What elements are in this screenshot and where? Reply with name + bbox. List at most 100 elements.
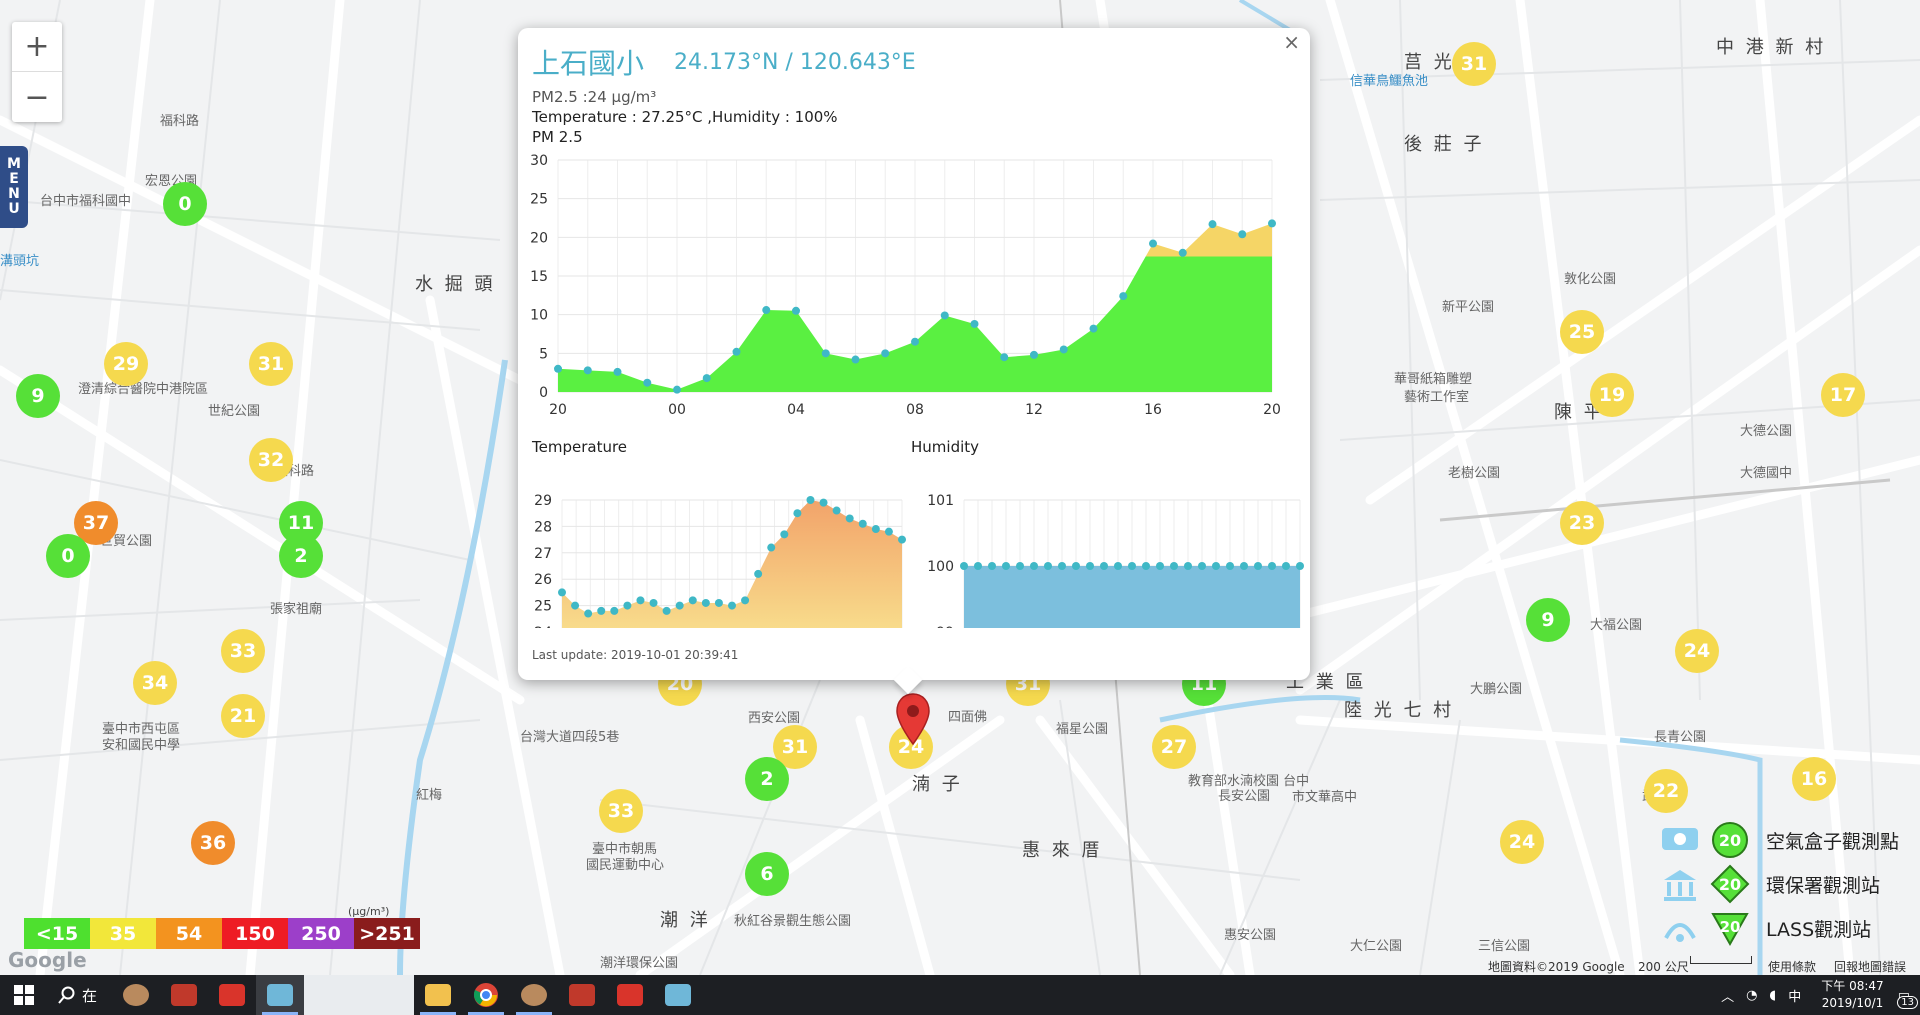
tray-chevron-icon[interactable]: ︿ [1721,986,1734,1005]
taskbar-app[interactable] [208,975,256,1015]
zoom-in-button[interactable]: + [12,22,62,72]
sensor-marker[interactable]: 9 [16,374,60,418]
data-point [1030,562,1038,570]
data-point [1156,562,1164,570]
app-icon [569,984,595,1006]
taskbar-app[interactable] [606,975,654,1015]
taskbar-app[interactable] [256,975,304,1015]
map-place-label: 四面佛 [948,710,988,725]
zoom-out-button[interactable]: − [12,72,62,122]
ime-indicator[interactable]: 中 [1788,986,1801,1005]
folder-icon [425,984,451,1006]
data-point [1086,562,1094,570]
taskbar-app[interactable] [414,975,462,1015]
menu-letter: N [8,186,20,202]
data-point [780,530,789,539]
sensor-marker[interactable]: 33 [599,789,643,833]
taskbar-app[interactable] [510,975,558,1015]
taskbar-app[interactable] [558,975,606,1015]
sensor-marker[interactable]: 19 [1590,373,1634,417]
notification-center-icon[interactable]: ▭13 [1897,988,1918,1009]
sensor-marker[interactable]: 27 [1152,725,1196,769]
sensor-marker[interactable]: 29 [104,342,148,386]
search-box[interactable]: 在 [48,975,112,1015]
app-icon [123,984,149,1006]
search-placeholder: 在 [82,986,98,1005]
sensor-marker[interactable]: 32 [249,438,293,482]
menu-letter: U [8,201,20,217]
volume-icon[interactable]: ◖ [1769,988,1776,1003]
sensor-marker[interactable]: 22 [1644,769,1688,813]
map-place-label: 水 掘 頭 [415,274,496,295]
x-tick-label: 12 [1025,402,1043,418]
sensor-marker[interactable]: 24 [1500,820,1544,864]
data-point [858,519,867,528]
sensor-marker[interactable]: 24 [1675,629,1719,673]
menu-tab[interactable]: M E N U [0,146,28,228]
data-point [1128,562,1136,570]
map-place-label: 敦化公園 [1564,272,1617,287]
map-place-label: 大德公園 [1740,424,1793,439]
x-tick-label: 08 [906,402,924,418]
sensor-marker[interactable]: 0 [46,534,90,578]
app-icon [219,984,245,1006]
data-point [1226,562,1234,570]
taskbar-app[interactable] [112,975,160,1015]
popup-close-button[interactable]: × [1283,30,1300,54]
data-point [1058,562,1066,570]
sensor-marker[interactable]: 23 [1560,501,1604,545]
data-point [1149,239,1157,248]
sensor-marker[interactable]: 9 [1526,598,1570,642]
terms-link[interactable]: 使用條款 [1768,958,1816,975]
taskbar-app[interactable] [462,975,510,1015]
network-icon[interactable]: ◔ [1746,988,1757,1003]
report-map-error-link[interactable]: 回報地圖錯誤 [1834,958,1906,975]
sensor-marker[interactable]: 31 [249,342,293,386]
map-place-label: 台中市福科國中 [40,194,132,209]
sensor-marker[interactable]: 17 [1821,373,1865,417]
map-place-label: 陸 光 七 村 [1344,700,1455,721]
taskbar-app[interactable] [654,975,702,1015]
y-tick-label: 26 [534,572,552,588]
data-point [819,498,828,507]
sensor-marker[interactable]: 2 [745,757,789,801]
map-place-label: 長青公園 [1654,730,1707,745]
selected-location-pin[interactable] [895,692,931,746]
map-place-label: 信華鳥鱷魚池 [1350,74,1429,89]
x-tick-label: 16 [1144,402,1162,418]
legend-item: >251 [354,918,420,949]
data-point [911,337,919,346]
data-point [821,349,830,358]
data-point [610,606,619,615]
taskbar-app[interactable] [160,975,208,1015]
data-point [851,355,860,364]
humidity-chart-label: Humidity [911,438,980,456]
sensor-marker[interactable]: 36 [191,821,235,865]
sensor-marker[interactable]: 34 [133,661,177,705]
map-data-attribution: 地圖資料©2019 Google [1488,960,1625,974]
data-point [970,319,979,328]
data-point [1184,562,1192,570]
sensor-marker[interactable]: 33 [221,629,265,673]
app-icon [665,984,691,1006]
sensor-marker[interactable]: 2 [279,534,323,578]
sensor-marker[interactable]: 25 [1560,310,1604,354]
sensor-marker[interactable]: 6 [745,852,789,896]
y-tick-label: 100 [927,559,954,575]
data-point [974,562,982,570]
data-point [613,367,622,376]
pm25-reading: PM2.5 :24 μg/m³ [532,88,657,106]
scale-bar [1690,956,1752,964]
y-tick-label: 15 [530,269,548,285]
data-point [1212,562,1220,570]
y-tick-label: 25 [534,599,552,615]
sensor-marker[interactable]: 31 [1452,42,1496,86]
sensor-marker[interactable]: 0 [163,182,207,226]
data-point [554,364,562,373]
data-point [1059,345,1068,354]
clock[interactable]: 下午 08:47 2019/10/1 [1821,978,1883,1012]
sensor-marker[interactable]: 21 [221,694,265,738]
sensor-marker[interactable]: 16 [1792,757,1836,801]
start-button[interactable] [0,975,48,1015]
taskbar-blank-window[interactable] [304,975,414,1015]
